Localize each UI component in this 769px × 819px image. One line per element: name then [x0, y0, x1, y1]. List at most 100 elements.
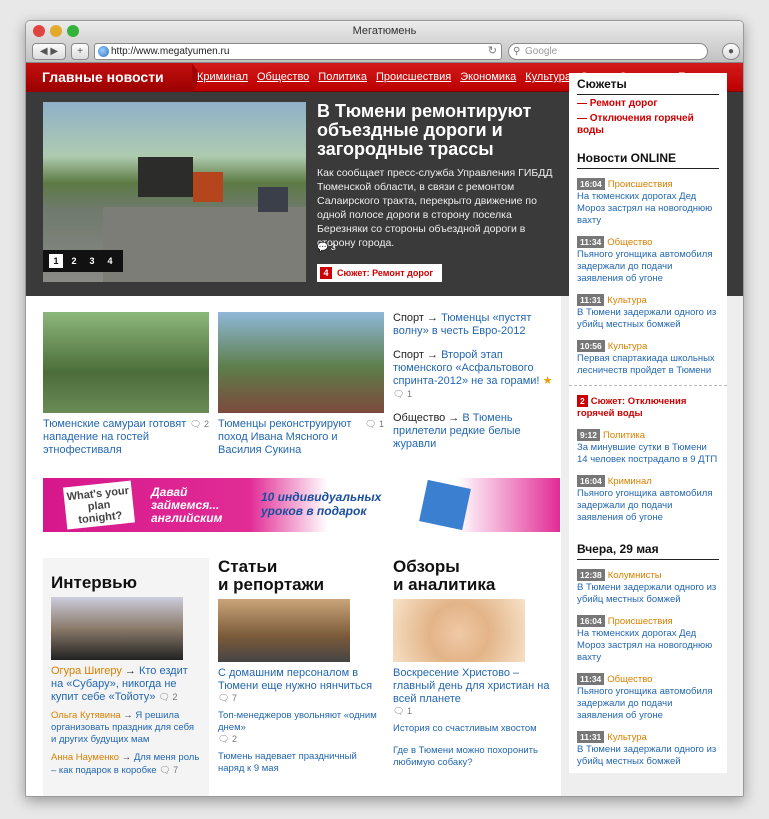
- close-button[interactable]: [33, 25, 45, 37]
- news-time: 11:31: [577, 294, 605, 306]
- story-link[interactable]: — Отключения горячей воды: [577, 113, 719, 137]
- news-category: Культура: [607, 341, 648, 352]
- comment-count: 2: [172, 692, 178, 702]
- news-item[interactable]: 11:31 Культура В Тюмени задержали одного и…: [577, 294, 719, 331]
- nav-link[interactable]: Криминал: [197, 71, 248, 83]
- nav-link[interactable]: Экономика: [460, 71, 516, 83]
- interview-heading: Интервью: [51, 573, 138, 592]
- reviews-item[interactable]: История со счастливым хвостом: [393, 723, 559, 735]
- online-heading: Новости ONLINE: [577, 147, 719, 169]
- ad-question: What's your plan tonight?: [62, 480, 136, 530]
- articles-item-comments: 🗨 2: [218, 734, 237, 744]
- news-item[interactable]: 16:04 Происшествия На тюменских дорогах Де…: [577, 178, 719, 227]
- sidebar: Сюжеты — Ремонт дорог — Отключения горяче…: [569, 73, 727, 773]
- comment-count: 2: [203, 419, 209, 429]
- zoom-button[interactable]: [67, 25, 79, 37]
- news-headline: Пьяного угонщика автомобиля задержали до…: [577, 488, 713, 523]
- story-2-link[interactable]: 2 Сюжет: Отключения горячей воды: [577, 395, 719, 420]
- news-item[interactable]: 16:04 Криминал Пьяного угонщика автомобиля…: [577, 475, 719, 524]
- story-link[interactable]: — Ремонт дорог: [577, 98, 719, 110]
- pager-item[interactable]: 1: [49, 254, 63, 268]
- link-item[interactable]: Спорт → Тюменцы «пустят волну» в честь Е…: [393, 312, 561, 338]
- title-bar: Мегатюмень: [26, 21, 743, 41]
- news-time: 11:34: [577, 236, 605, 248]
- comment-count: 1: [406, 706, 412, 716]
- reload-icon[interactable]: ↻: [488, 44, 497, 59]
- articles-heading-2: и репортажи: [218, 575, 325, 594]
- hero-story-link[interactable]: 4 Сюжет: Ремонт дорог: [317, 264, 442, 282]
- reviews-photo: [393, 599, 525, 662]
- nav-link[interactable]: Происшествия: [376, 71, 451, 83]
- story-number: 4: [320, 267, 332, 279]
- news-time: 12:38: [577, 569, 605, 581]
- search-field[interactable]: ⚲ Google: [508, 43, 708, 60]
- pager-item[interactable]: 3: [85, 254, 99, 268]
- news-time: 10:56: [577, 340, 605, 352]
- stories-heading: Сюжеты: [577, 73, 719, 95]
- link-category: Спорт: [393, 312, 424, 324]
- truck-image: [193, 172, 223, 202]
- samurai-photo: [43, 312, 209, 413]
- pager-item[interactable]: 2: [67, 254, 81, 268]
- interviewee-name: Огура Шигеру: [51, 665, 122, 677]
- hero-title[interactable]: В Тюмени ремонтируют объездные дороги и …: [317, 102, 557, 159]
- news-item[interactable]: 10:56 Культура Первая спартакиада школьных…: [577, 340, 719, 377]
- hero-comment-count: 3: [330, 242, 336, 252]
- add-bookmark-button[interactable]: +: [71, 43, 89, 60]
- interview-item[interactable]: Ольга Кутявина → Я решила организовать п…: [51, 710, 201, 746]
- news-item[interactable]: 16:04 Происшествия На тюменских дорогах Де…: [577, 615, 719, 664]
- interview-block: Интервью Огура Шигеру → Кто ездит на «Су…: [43, 558, 209, 796]
- news-headline: В Тюмени задержали одного из убийц местн…: [577, 744, 717, 767]
- news-item[interactable]: 11:34 Общество Пьяного угонщика автомобиля…: [577, 673, 719, 722]
- feature-title: Тюменские самураи готовят нападение на г…: [43, 418, 187, 456]
- articles-heading-1: Статьи: [218, 557, 278, 576]
- interviewee-name: Ольга Кутявина: [51, 710, 121, 721]
- globe-icon: [98, 46, 109, 57]
- link-item[interactable]: Общество → В Тюмень прилетели редкие бел…: [393, 412, 561, 451]
- articles-lead[interactable]: С домашним персоналом в Тюмени еще нужно…: [218, 667, 384, 693]
- address-bar[interactable]: http://www.megatyumen.ru ↻: [94, 43, 502, 60]
- articles-item[interactable]: Тюмень надевает праздничный наряд к 9 ма…: [218, 751, 384, 775]
- news-headline: За минувшие сутки в Тюмени 14 человек по…: [577, 442, 718, 465]
- back-forward-button[interactable]: ◀ ▶: [32, 43, 66, 60]
- news-headline: Пьяного угонщика автомобиля задержали до…: [577, 686, 713, 721]
- news-time: 16:04: [577, 615, 605, 627]
- interview-lead[interactable]: Огура Шигеру → Кто ездит на «Субару», ни…: [51, 665, 201, 704]
- ad-banner[interactable]: What's your plan tonight? Давай займемся…: [43, 478, 560, 532]
- nav-link[interactable]: Политика: [318, 71, 367, 83]
- section-title[interactable]: Главные новости: [26, 63, 202, 92]
- interview-item[interactable]: Анна Науменко → Для меня роль – как пода…: [51, 752, 201, 777]
- news-item[interactable]: 12:38 Колумнисты В Тюмени задержали одного…: [577, 569, 719, 606]
- news-headline: В Тюмени задержали одного из убийц местн…: [577, 307, 717, 330]
- stories-list: — Ремонт дорог — Отключения горячей воды: [569, 98, 727, 137]
- minimize-button[interactable]: [50, 25, 62, 37]
- feature-card[interactable]: Тюменцы реконструируют поход Ивана Мясно…: [218, 312, 384, 457]
- news-list: 16:04 Происшествия На тюменских дорогах Де…: [569, 178, 727, 377]
- articles-item[interactable]: Топ-менеджеров увольняют «одним днем»: [218, 710, 384, 734]
- pager-item[interactable]: 4: [103, 254, 117, 268]
- comment-count: 7: [173, 765, 179, 775]
- news-item[interactable]: 9:12 Политика За минувшие сутки в Тюмени 1…: [577, 429, 719, 466]
- hero-text: Как сообщает пресс-служба Управления ГИБ…: [317, 167, 553, 249]
- link-comments: 🗨 1: [393, 389, 412, 399]
- nav-link[interactable]: Общество: [257, 71, 309, 83]
- hero-comments[interactable]: 💬 3: [317, 242, 336, 253]
- hero-pager: 1234: [43, 250, 123, 272]
- link-category: Общество: [393, 412, 446, 424]
- story-2-label: Сюжет: Отключения горячей воды: [577, 396, 687, 419]
- browser-window: Мегатюмень ◀ ▶ + http://www.megatyumen.r…: [25, 20, 744, 797]
- news-category: Происшествия: [607, 616, 673, 627]
- news-item[interactable]: 11:34 Общество Пьяного угонщика автомобиля…: [577, 236, 719, 285]
- feature-card[interactable]: Тюменские самураи готовят нападение на г…: [43, 312, 209, 457]
- reviews-lead[interactable]: Воскресение Христово – главный день для …: [393, 667, 559, 706]
- news-item[interactable]: 11:31 Культура В Тюмени задержали одного и…: [577, 731, 719, 768]
- news-headline: Пьяного угонщика автомобиля задержали до…: [577, 249, 713, 284]
- car-image: [258, 187, 288, 212]
- reviews-item[interactable]: Где в Тюмени можно похоронить любимую со…: [393, 745, 559, 769]
- search-placeholder: Google: [525, 46, 558, 57]
- story-2-number: 2: [577, 395, 588, 407]
- settings-icon[interactable]: ●: [722, 43, 740, 60]
- nav-link[interactable]: Культура: [525, 71, 571, 83]
- articles-comments: 🗨 7: [218, 693, 237, 703]
- link-item[interactable]: Спорт → Второй этап тюменского «Асфальто…: [393, 349, 561, 401]
